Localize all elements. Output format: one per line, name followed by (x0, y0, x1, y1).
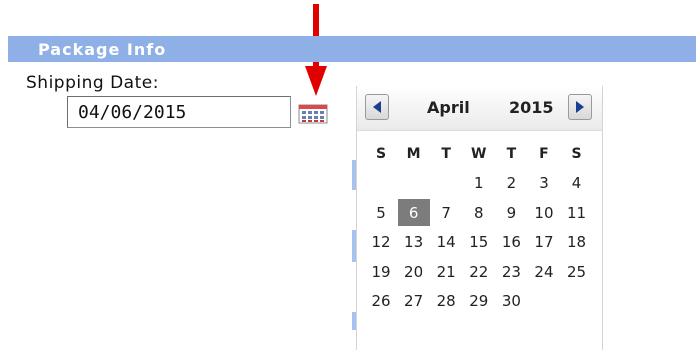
day-cell[interactable]: 13 (398, 229, 430, 256)
calendar-month: April (427, 98, 470, 117)
day-cell[interactable]: 15 (463, 229, 495, 256)
calendar-header: April 2015 (357, 86, 602, 131)
weekday-label: S (375, 145, 387, 162)
day-cell[interactable]: 12 (365, 229, 397, 256)
day-cell[interactable]: 17 (528, 229, 560, 256)
day-cell[interactable]: 25 (561, 258, 593, 285)
shipping-date-label: Shipping Date: (26, 73, 159, 93)
day-cell[interactable]: 4 (561, 170, 593, 197)
day-cell[interactable]: 3 (528, 170, 560, 197)
day-cell[interactable]: 26 (365, 288, 397, 315)
weekday-label: S (571, 145, 582, 162)
calendar-year: 2015 (509, 98, 554, 117)
empty-day-cell (430, 170, 462, 197)
section-title: Package Info (38, 40, 167, 59)
weekday-header-row: S M T W T F S (365, 140, 593, 170)
day-cell[interactable]: 5 (365, 199, 397, 226)
day-cell[interactable]: 22 (463, 258, 495, 285)
day-cell[interactable]: 9 (495, 199, 527, 226)
day-cell[interactable]: 29 (463, 288, 495, 315)
day-cell[interactable]: 20 (398, 258, 430, 285)
calendar-week-row: 5 6 7 8 9 10 11 (365, 199, 593, 229)
shipping-date-input[interactable] (67, 96, 291, 128)
weekday-label: W (471, 145, 487, 162)
day-cell[interactable]: 18 (561, 229, 593, 256)
triangle-left-icon (373, 101, 381, 113)
calendar-week-row: 19 20 21 22 23 24 25 (365, 258, 593, 288)
section-header-bar: Package Info (8, 36, 696, 62)
day-cell[interactable]: 2 (495, 170, 527, 197)
calendar-grid: S M T W T F S 1 2 3 4 5 6 7 8 9 10 11 12 13 14 15 16 17 1… (365, 140, 593, 317)
calendar-picker-icon[interactable] (298, 104, 328, 124)
day-cell[interactable]: 27 (398, 288, 430, 315)
calendar-week-row: 26 27 28 29 30 (365, 288, 593, 318)
day-cell[interactable]: 23 (495, 258, 527, 285)
previous-month-button[interactable] (365, 94, 389, 120)
calendar-week-row: 1234 (365, 170, 593, 200)
day-cell[interactable]: 10 (528, 199, 560, 226)
day-cell[interactable]: 24 (528, 258, 560, 285)
day-cell[interactable]: 8 (463, 199, 495, 226)
day-cell[interactable]: 16 (495, 229, 527, 256)
day-cell[interactable]: 28 (430, 288, 462, 315)
calendar-week-row: 12 13 14 15 16 17 18 (365, 229, 593, 259)
empty-day-cell (528, 288, 560, 315)
day-cell[interactable]: 21 (430, 258, 462, 285)
empty-day-cell (398, 170, 430, 197)
calendar-popup: April 2015 S M T W T F S 1 2 3 4 5 6 7 8 9 10 11 12… (356, 86, 603, 350)
day-cell[interactable]: 1 (463, 170, 495, 197)
day-cell[interactable]: 11 (561, 199, 593, 226)
calendar-weeks: 1 2 3 4 5 6 7 8 9 10 11 12 13 14 15 16 17 18 19 20 21 22 23 24 2… (365, 170, 593, 318)
selected-day-cell[interactable]: 6 (397, 199, 430, 226)
weekday-label: T (506, 145, 517, 162)
day-cell[interactable]: 30 (495, 288, 527, 315)
day-cell[interactable]: 7 (430, 199, 462, 226)
weekday-label: M (406, 145, 421, 162)
empty-day-cell (561, 288, 593, 315)
next-month-button[interactable] (568, 94, 592, 120)
weekday-label: T (441, 145, 451, 162)
day-cell[interactable]: 19 (365, 258, 397, 285)
empty-day-cell (365, 170, 397, 197)
triangle-right-icon (576, 101, 584, 113)
day-cell[interactable]: 14 (430, 229, 462, 256)
weekday-label: F (539, 145, 549, 162)
